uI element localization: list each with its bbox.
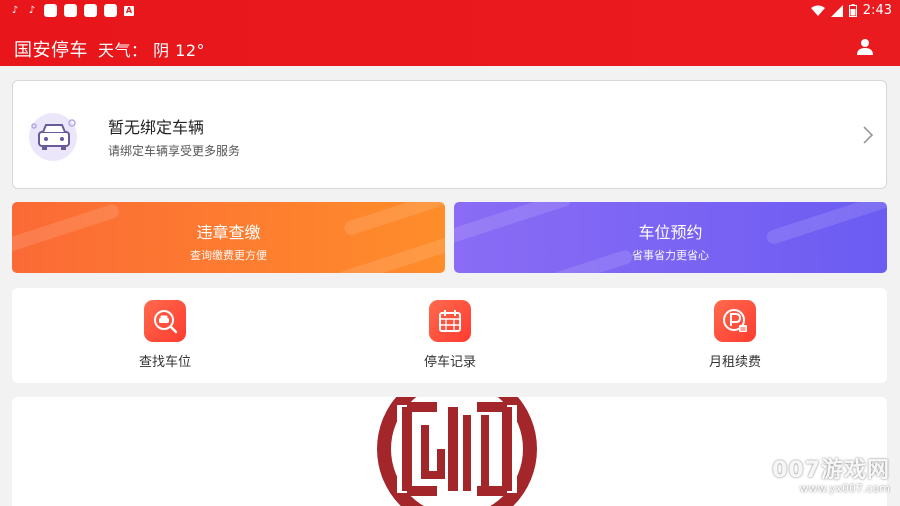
parking-record-button[interactable]: 停车记录 <box>390 300 510 370</box>
chevron-right-icon <box>863 126 874 144</box>
app-notification-icon <box>104 4 117 17</box>
status-time: 2:43 <box>862 3 892 18</box>
parking-fee-icon <box>714 300 756 342</box>
user-icon[interactable] <box>856 38 874 56</box>
car-icon <box>31 119 76 150</box>
notification-icons: ♪ ♪ A <box>10 4 134 17</box>
bind-vehicle-card[interactable]: 暂无绑定车辆 请绑定车辆享受更多服务 <box>12 80 887 189</box>
wifi-icon <box>810 5 825 16</box>
parking-reservation-title: 车位预约 <box>638 223 703 242</box>
parking-reservation-subtitle: 省事省力更省心 <box>632 249 709 262</box>
app-notification-icon <box>44 4 57 17</box>
watermark-main: 007游戏网 <box>772 458 890 483</box>
bind-vehicle-title: 暂无绑定车辆 <box>108 118 205 137</box>
monthly-renewal-label: 月租续费 <box>708 355 761 370</box>
app-notification-icon <box>64 4 77 17</box>
promo-card[interactable] <box>12 397 887 506</box>
tiktok-notification-icon: ♪ <box>11 4 19 16</box>
app-title: 国安停车 <box>14 40 88 61</box>
page-title: 国安停车 天气： 阴 12° <box>14 36 205 62</box>
app-notification-icon <box>84 4 97 17</box>
tiktok-notification-icon: ♪ <box>28 4 36 16</box>
signal-icon <box>830 4 843 17</box>
watermark: 007游戏网 www.yx007.com <box>772 452 890 495</box>
monthly-renewal-button[interactable]: 月租续费 <box>675 300 795 370</box>
quick-actions-panel: 查找车位 停车记录 月租续费 <box>12 288 887 383</box>
parking-record-label: 停车记录 <box>423 355 476 370</box>
find-parking-button[interactable]: 查找车位 <box>105 300 225 370</box>
weather-text: 天气： 阴 12° <box>98 41 206 60</box>
violation-query-title: 违章查缴 <box>196 223 261 242</box>
app-header: ♪ ♪ A 2:43 国安停车 天气： 阴 12° <box>0 0 900 66</box>
violation-query-subtitle: 查询缴费更方便 <box>190 249 267 262</box>
status-bar: ♪ ♪ A 2:43 <box>0 0 900 22</box>
a-notification-icon: A <box>124 5 134 16</box>
violation-query-banner[interactable]: 违章查缴 查询缴费更方便 <box>12 202 445 273</box>
calendar-record-icon <box>429 300 471 342</box>
search-parking-icon <box>144 300 186 342</box>
bind-vehicle-subtitle: 请绑定车辆享受更多服务 <box>108 144 241 158</box>
car-avatar <box>29 113 77 161</box>
find-parking-label: 查找车位 <box>138 355 191 370</box>
guoan-logo-icon <box>377 397 537 506</box>
battery-icon <box>848 4 857 17</box>
parking-reservation-banner[interactable]: 车位预约 省事省力更省心 <box>454 202 887 273</box>
